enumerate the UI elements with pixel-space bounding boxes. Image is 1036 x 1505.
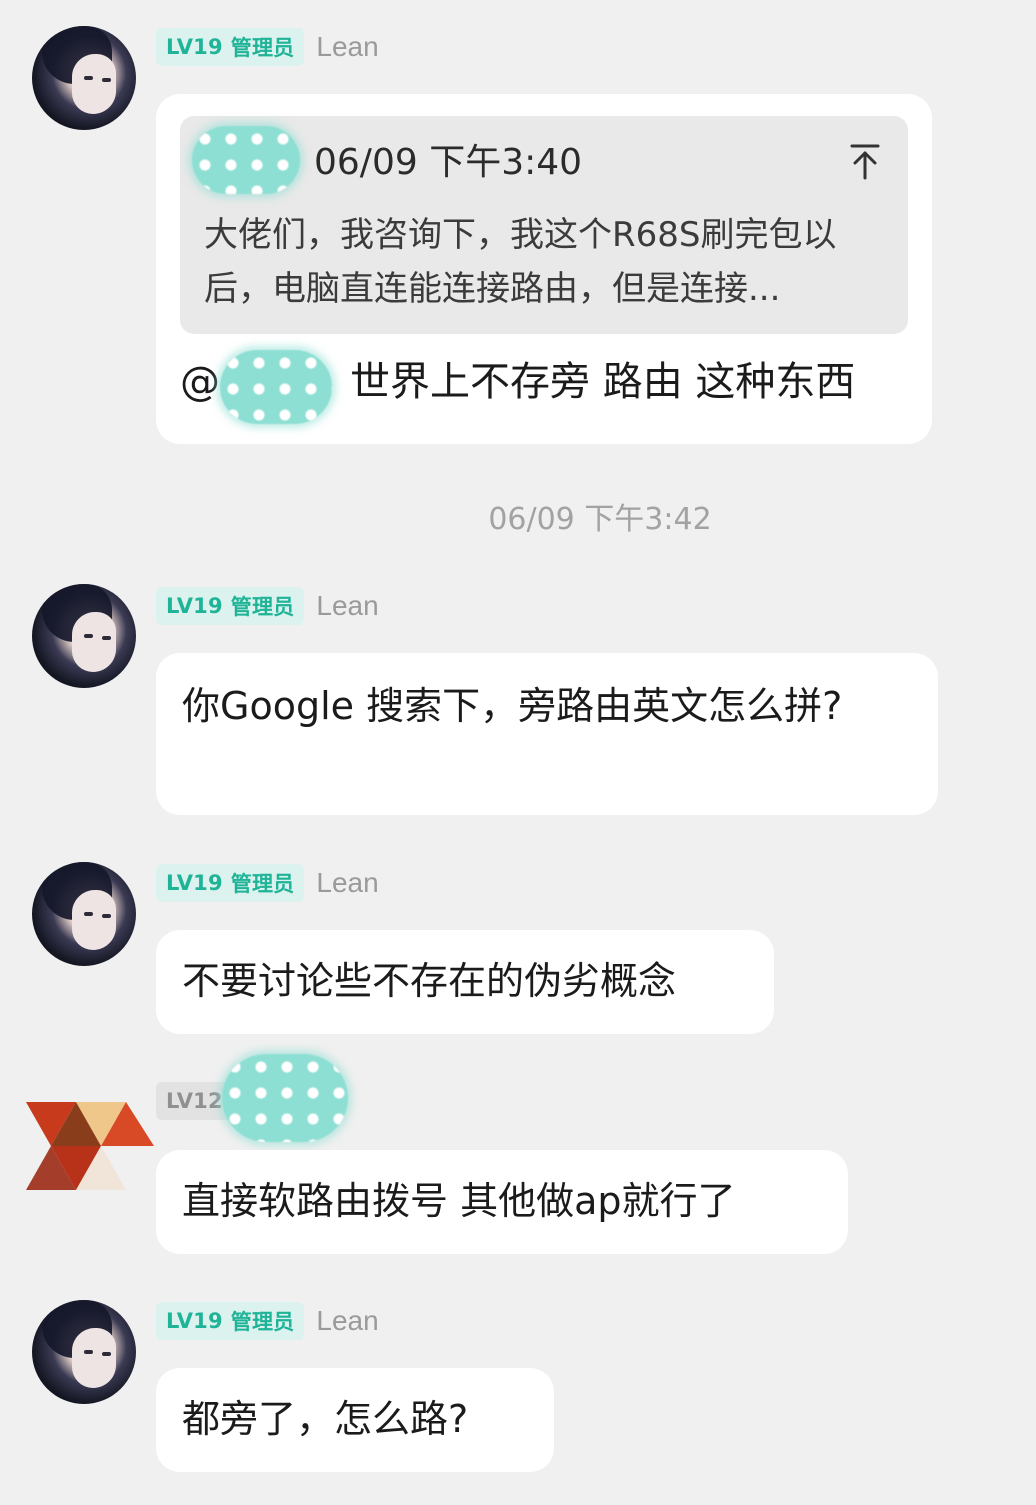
avatar-eye (84, 634, 93, 638)
message-bubble[interactable]: 06/09 下午3:40 大佬们，我咨询下，我这个R68S刷完包以后，电脑直连能… (156, 94, 932, 444)
message-text: 你Google 搜索下，旁路由英文怎么拼? (182, 684, 843, 728)
message-bubble[interactable]: 直接软路由拨号 其他做ap就行了 (156, 1150, 848, 1254)
sender-nickname[interactable]: Lean (316, 590, 378, 622)
level-badge: LV19 管理员 (156, 587, 305, 625)
message-text: 直接软路由拨号 其他做ap就行了 (182, 1179, 736, 1223)
message-bubble[interactable]: 你Google 搜索下，旁路由英文怎么拼? (156, 653, 938, 815)
redacted-avatar-mask (192, 126, 300, 194)
level-badge: LV19 管理员 (156, 864, 305, 902)
sender-info: LV19 管理员 Lean (156, 864, 379, 902)
avatar-face (72, 612, 116, 672)
user-avatar[interactable] (26, 1098, 154, 1194)
role-text: 管理员 (230, 872, 295, 896)
quoted-time: 06/09 下午3:40 (314, 142, 583, 183)
level-text: LV19 (166, 871, 223, 895)
level-badge: LV19 管理员 (156, 28, 305, 66)
sender-nickname[interactable]: Lean (316, 31, 378, 63)
role-text: 管理员 (230, 595, 295, 619)
level-text: LV19 (166, 35, 223, 59)
message-text: 世界上不存旁 路由 这种东西 (350, 359, 856, 405)
level-text: LV12 (166, 1089, 223, 1113)
arrow-up-to-top-icon[interactable] (848, 142, 882, 182)
user-avatar[interactable] (32, 26, 136, 130)
reply-text-line: @ 世界上不存旁 路由 这种东西 (180, 350, 855, 424)
role-text: 管理员 (230, 1310, 295, 1334)
avatar-eye (84, 1350, 93, 1354)
message-text: 不要讨论些不存在的伪劣概念 (182, 959, 677, 1003)
message-text: 都旁了，怎么路? (182, 1397, 469, 1441)
role-text: 管理员 (230, 36, 295, 60)
sender-info: LV19 管理员 Lean (156, 1302, 379, 1340)
avatar-eye (84, 76, 93, 80)
timestamp-divider: 06/09 下午3:42 (488, 502, 712, 537)
quoted-text: 大佬们，我咨询下，我这个R68S刷完包以后，电脑直连能连接路由，但是连接... (204, 215, 837, 309)
avatar-eye (84, 912, 93, 916)
user-avatar[interactable] (32, 862, 136, 966)
avatar-eye (102, 1352, 111, 1356)
mention-at[interactable]: @ (180, 359, 220, 405)
level-text: LV19 (166, 594, 223, 618)
sender-info: LV12 (156, 1054, 348, 1142)
avatar-eye (102, 914, 111, 918)
user-avatar[interactable] (32, 584, 136, 688)
avatar-face (72, 54, 116, 114)
redacted-nickname-mask (222, 1054, 348, 1142)
sender-nickname[interactable]: Lean (316, 867, 378, 899)
message-bubble[interactable]: 不要讨论些不存在的伪劣概念 (156, 930, 774, 1034)
quoted-message[interactable]: 06/09 下午3:40 大佬们，我咨询下，我这个R68S刷完包以后，电脑直连能… (180, 116, 908, 334)
avatar-face (72, 1328, 116, 1388)
level-badge: LV19 管理员 (156, 1302, 305, 1340)
avatar-face (72, 890, 116, 950)
message-bubble[interactable]: 都旁了，怎么路? (156, 1368, 554, 1472)
sender-nickname[interactable]: Lean (316, 1305, 378, 1337)
sender-info: LV19 管理员 Lean (156, 587, 379, 625)
avatar-eye (102, 78, 111, 82)
redacted-mention-mask (220, 350, 332, 424)
avatar-eye (102, 636, 111, 640)
sender-info: LV19 管理员 Lean (156, 28, 379, 66)
level-text: LV19 (166, 1309, 223, 1333)
user-avatar[interactable] (32, 1300, 136, 1404)
